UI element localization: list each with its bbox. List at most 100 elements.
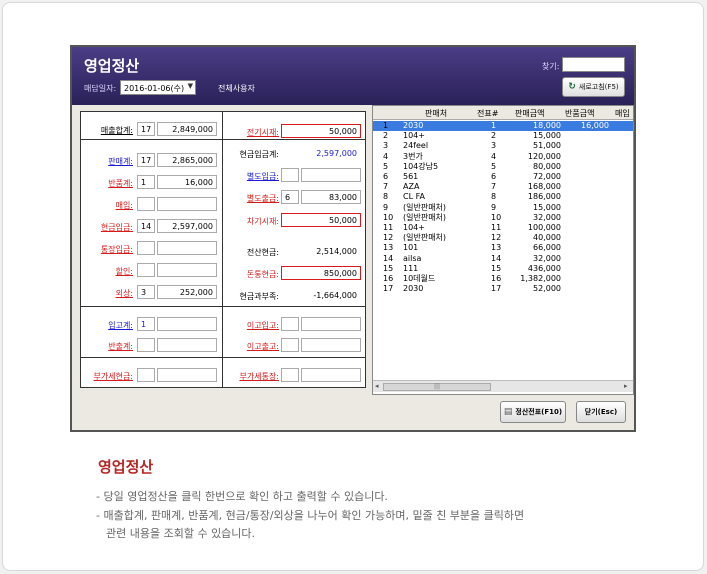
cell-no: 3 — [383, 141, 389, 151]
caption-line-1: - 당일 영업정산을 클릭 한번으로 확인 하고 출력할 수 있습니다. — [96, 490, 388, 503]
horizontal-scrollbar[interactable]: ◂ ||| ▸ — [373, 380, 633, 392]
cell-slip: 4 — [491, 151, 497, 161]
stock-in-link[interactable]: 입고계: — [85, 320, 133, 331]
sep-deposit-link[interactable]: 별도입금: — [227, 171, 279, 182]
sales-sum-link[interactable]: 판매계: — [85, 156, 133, 167]
cell-ret: 16,000 — [581, 121, 609, 130]
table-row[interactable]: 9 (일반판매처) 9 15,000 — [373, 202, 633, 213]
chevron-down-icon: ▼ — [187, 82, 193, 90]
bank-deposit-link[interactable]: 통장입금: — [85, 244, 133, 255]
sales-total-link[interactable]: 매출합계: — [85, 125, 133, 136]
stock-in-count: 1 — [137, 317, 155, 331]
table-row[interactable]: 10 (일반판매처) 10 32,000 — [373, 212, 633, 223]
table-row[interactable]: 17 2030 17 52,000 — [373, 284, 633, 294]
table-row[interactable]: 3 24feel 3 51,000 — [373, 141, 633, 151]
cell-no: 6 — [383, 172, 389, 181]
table-row[interactable]: 13 101 13 66,000 — [373, 243, 633, 253]
scroll-thumb[interactable]: ||| — [383, 383, 491, 391]
table-row[interactable]: 8 CL FA 8 186,000 — [373, 192, 633, 202]
table-row[interactable]: 4 3번가 4 120,000 — [373, 151, 633, 162]
cell-seller: 104강남5 — [403, 161, 439, 171]
close-button[interactable]: 닫기(Esc) — [576, 401, 626, 423]
cash-total-label: 현금입금계: — [239, 150, 280, 159]
cell-seller: 101 — [403, 243, 419, 253]
table-row[interactable]: 6 561 6 72,000 — [373, 172, 633, 182]
search-input[interactable] — [562, 57, 625, 72]
table-row[interactable]: 1 2030 1 18,000 16,000 — [373, 121, 633, 131]
cell-sale: 80,000 — [533, 161, 561, 171]
cash-deposit-link[interactable]: 현금입금: — [85, 222, 133, 233]
all-users-label: 전체사용자 — [218, 84, 255, 93]
transfer-in-link[interactable]: 이고입고: — [227, 320, 279, 331]
col-header-purchase[interactable]: 매입 — [615, 108, 630, 119]
sep-deposit-value — [301, 168, 361, 182]
discount-link[interactable]: 할인: — [85, 266, 133, 277]
discount-count — [137, 263, 155, 277]
cash-diff-label: 현금과부족: — [239, 292, 280, 301]
divider — [222, 112, 223, 387]
stock-out-link[interactable]: 반출계: — [85, 341, 133, 352]
settle-cash-label: 전산현금: — [246, 248, 279, 257]
cell-no: 4 — [383, 151, 389, 161]
counted-cash-value[interactable]: 850,000 — [281, 266, 361, 280]
sales-sum-amount: 2,865,000 — [157, 153, 217, 167]
transfer-out-link[interactable]: 이고출고: — [227, 341, 279, 352]
table-row[interactable]: 14 ailsa 14 32,000 — [373, 254, 633, 264]
return-sum-link[interactable]: 반품계: — [85, 178, 133, 189]
purchase-count — [137, 197, 155, 211]
table-row[interactable]: 2 104+ 2 15,000 — [373, 131, 633, 141]
cell-seller: (일반판매처) — [403, 233, 447, 243]
table-row[interactable]: 12 (일반판매처) 12 40,000 — [373, 233, 633, 243]
table-row[interactable]: 5 104강남5 5 80,000 — [373, 161, 633, 172]
cell-sale: 66,000 — [533, 243, 561, 253]
cell-slip: 9 — [491, 202, 497, 212]
caption-line-2: - 매출합계, 판매계, 반품계, 현금/통장/외상을 나누어 확인 가능하며,… — [96, 509, 525, 522]
cell-slip: 6 — [491, 172, 497, 181]
bank-deposit-count — [137, 241, 155, 255]
sep-out-link[interactable]: 별도출금: — [227, 193, 279, 204]
title-bar: 영업정산 매담일자: 2016-01-06(수) ▼ 전체사용자 찾기: ↻ 새… — [72, 47, 634, 105]
date-select[interactable]: 2016-01-06(수) ▼ — [120, 80, 196, 95]
table-row[interactable]: 7 AZA 7 168,000 — [373, 182, 633, 192]
table-row[interactable]: 11 104+ 11 100,000 — [373, 223, 633, 233]
cell-seller: (일반판매처) — [403, 212, 447, 222]
vat-cash-link[interactable]: 부가세현금: — [83, 371, 134, 382]
caption-line-3: 관련 내용을 조회할 수 있습니다. — [106, 527, 256, 540]
transfer-in-count — [281, 317, 299, 331]
cell-sale: 15,000 — [533, 131, 561, 141]
refresh-label: 새로고침(F5) — [578, 83, 619, 91]
transfer-out-value — [301, 338, 361, 352]
col-header-return[interactable]: 반품금액 — [565, 108, 594, 119]
purchase-link[interactable]: 매입: — [85, 200, 133, 211]
cell-no: 12 — [383, 233, 394, 243]
scroll-left-icon[interactable]: ◂ — [375, 382, 379, 390]
next-cash-value[interactable]: 50,000 — [281, 213, 361, 227]
sales-grid: 판매처 전표# 판매금액 반품금액 매입 1 2030 1 18,000 16,000 2… — [372, 105, 634, 395]
counted-cash-label: 돈통현금: — [246, 270, 279, 279]
prev-cash-value[interactable]: 50,000 — [281, 124, 361, 138]
cell-no: 8 — [383, 192, 389, 202]
table-row[interactable]: 16 10데월드 16 1,382,000 — [373, 274, 633, 284]
divider — [81, 139, 365, 140]
vat-bank-count — [281, 368, 299, 382]
col-header-seller[interactable]: 판매처 — [425, 108, 447, 119]
prev-cash-label: 전기시재: — [246, 128, 279, 137]
cell-slip: 10 — [491, 212, 502, 222]
table-row[interactable]: 15 111 15 436,000 — [373, 264, 633, 274]
vat-bank-link[interactable]: 부가세통장: — [227, 371, 280, 382]
cell-no: 7 — [383, 182, 389, 192]
date-label: 매담일자: — [84, 84, 117, 93]
settle-slip-button[interactable]: ▤ 정산전표(F10) — [500, 401, 566, 423]
divider — [81, 357, 365, 358]
scroll-right-icon[interactable]: ▸ — [624, 382, 628, 390]
cell-slip: 5 — [491, 161, 497, 171]
sales-sum-count: 17 — [137, 153, 155, 167]
refresh-button[interactable]: ↻ 새로고침(F5) — [562, 77, 625, 97]
cell-sale: 120,000 — [527, 151, 561, 161]
cell-seller: CL FA — [403, 192, 425, 202]
app-title: 영업정산 — [84, 57, 140, 75]
col-header-sale[interactable]: 판매금액 — [515, 108, 544, 119]
credit-link[interactable]: 외상: — [85, 288, 133, 299]
cell-sale: 32,000 — [533, 212, 561, 222]
col-header-slip[interactable]: 전표# — [477, 108, 498, 119]
